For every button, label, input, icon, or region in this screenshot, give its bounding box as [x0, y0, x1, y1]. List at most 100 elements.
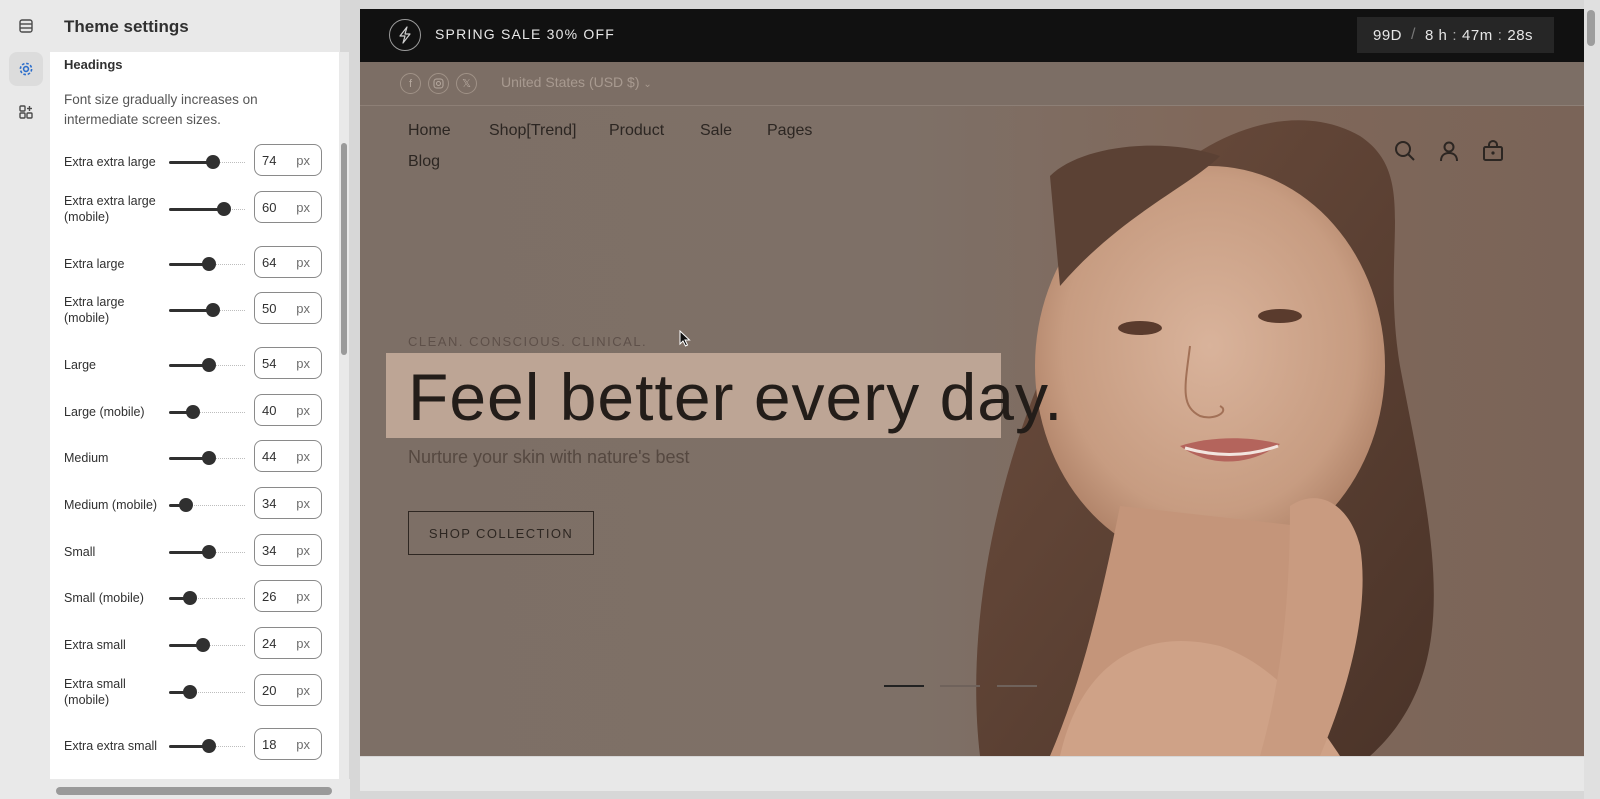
slider-handle[interactable] — [202, 358, 216, 372]
page-scrollbar-thumb[interactable] — [1587, 10, 1595, 46]
countdown-separator: / — [1411, 26, 1416, 43]
font-size-value: 26 — [262, 589, 277, 604]
slide-indicator-3[interactable] — [997, 685, 1037, 687]
font-size-input[interactable]: 40 px — [254, 394, 322, 426]
font-size-slider[interactable] — [169, 739, 245, 753]
slider-handle[interactable] — [202, 739, 216, 753]
font-size-unit: px — [296, 683, 310, 698]
slider-handle[interactable] — [186, 405, 200, 419]
font-size-unit: px — [296, 356, 310, 371]
font-size-label: Medium (mobile) — [64, 498, 158, 512]
font-size-label: Small — [64, 545, 96, 559]
font-size-input[interactable]: 34 px — [254, 534, 322, 566]
slide-indicator-1[interactable] — [884, 685, 924, 687]
panel-scrollbar-thumb[interactable] — [341, 143, 347, 355]
font-size-slider[interactable] — [169, 405, 245, 419]
font-size-input[interactable]: 50 px — [254, 292, 322, 324]
slider-handle[interactable] — [206, 303, 220, 317]
font-size-row: Extra large 64 px — [50, 246, 339, 282]
slide-indicator-2[interactable] — [940, 685, 980, 687]
nav-link-sale[interactable]: Sale — [700, 122, 732, 140]
font-size-value: 74 — [262, 153, 277, 168]
section-title: Headings — [64, 57, 123, 72]
slider-handle[interactable] — [206, 155, 220, 169]
font-size-input[interactable]: 18 px — [254, 728, 322, 760]
nav-link-pages[interactable]: Pages — [767, 122, 812, 140]
font-size-input[interactable]: 20 px — [254, 674, 322, 706]
hero-headline[interactable]: Feel better every day. — [408, 359, 1063, 435]
slider-handle[interactable] — [202, 257, 216, 271]
font-size-slider[interactable] — [169, 303, 245, 317]
font-size-value: 50 — [262, 301, 277, 316]
slider-handle[interactable] — [202, 451, 216, 465]
font-size-label: Extra extra large — [64, 155, 156, 169]
theme-settings-icon[interactable] — [9, 52, 43, 86]
chevron-down-icon: ⌄ — [643, 79, 652, 90]
slider-handle[interactable] — [183, 685, 197, 699]
font-size-slider[interactable] — [169, 591, 245, 605]
horizontal-scrollbar-thumb[interactable] — [56, 787, 332, 795]
font-size-label: Extra extra large (mobile) — [64, 194, 156, 224]
sections-icon[interactable] — [9, 9, 43, 43]
nav-link-shop-trend[interactable]: Shop[Trend] — [489, 122, 576, 140]
font-size-label: Extra small — [64, 638, 126, 652]
font-size-value: 18 — [262, 737, 277, 752]
shop-collection-button[interactable]: SHOP COLLECTION — [408, 511, 594, 555]
editor-rail — [0, 0, 50, 799]
cart-icon[interactable] — [1481, 139, 1507, 165]
preview-next-section — [360, 756, 1584, 791]
instagram-icon[interactable] — [428, 73, 449, 94]
font-size-slider[interactable] — [169, 545, 245, 559]
x-icon[interactable]: 𝕏 — [456, 73, 477, 94]
panel-title: Theme settings — [64, 17, 189, 36]
font-size-row: Extra large (mobile) 50 px — [50, 292, 339, 328]
font-size-input[interactable]: 44 px — [254, 440, 322, 472]
font-size-input[interactable]: 74 px — [254, 144, 322, 176]
font-size-slider[interactable] — [169, 451, 245, 465]
font-size-label: Extra large (mobile) — [64, 295, 125, 325]
font-size-slider[interactable] — [169, 358, 245, 372]
font-size-unit: px — [296, 255, 310, 270]
facebook-icon[interactable]: f — [400, 73, 421, 94]
utility-bar: f 𝕏 United States (USD $) ⌄ — [360, 62, 1584, 106]
slider-handle[interactable] — [202, 545, 216, 559]
storefront-preview: SPRING SALE 30% OFF 99D / 8 h : 47m : 28… — [360, 9, 1584, 791]
nav-link-product[interactable]: Product — [609, 122, 664, 140]
font-size-slider[interactable] — [169, 202, 245, 216]
search-icon[interactable] — [1393, 139, 1419, 165]
announcement-bar: SPRING SALE 30% OFF 99D / 8 h : 47m : 28… — [360, 9, 1584, 62]
apps-icon[interactable] — [9, 95, 43, 129]
font-size-slider[interactable] — [169, 638, 245, 652]
font-size-unit: px — [296, 403, 310, 418]
font-size-row: Extra small (mobile) 20 px — [50, 674, 339, 710]
font-size-label: Extra small (mobile) — [64, 677, 126, 707]
currency-selector[interactable]: United States (USD $) ⌄ — [501, 74, 652, 90]
font-size-slider[interactable] — [169, 498, 245, 512]
hero-eyebrow: CLEAN. CONSCIOUS. CLINICAL. — [408, 334, 648, 349]
font-size-input[interactable]: 60 px — [254, 191, 322, 223]
slider-handle[interactable] — [179, 498, 193, 512]
countdown-minutes: 47m — [1462, 26, 1493, 44]
font-size-input[interactable]: 34 px — [254, 487, 322, 519]
nav-link-blog[interactable]: Blog — [408, 153, 440, 171]
slider-handle[interactable] — [196, 638, 210, 652]
font-size-slider[interactable] — [169, 155, 245, 169]
font-size-input[interactable]: 64 px — [254, 246, 322, 278]
nav-link-home[interactable]: Home — [408, 122, 451, 140]
account-icon[interactable] — [1437, 139, 1463, 165]
font-size-input[interactable]: 26 px — [254, 580, 322, 612]
font-size-slider[interactable] — [169, 257, 245, 271]
font-size-value: 54 — [262, 356, 277, 371]
slider-handle[interactable] — [217, 202, 231, 216]
font-size-value: 40 — [262, 403, 277, 418]
font-size-label: Large (mobile) — [64, 405, 145, 419]
font-size-slider[interactable] — [169, 685, 245, 699]
font-size-input[interactable]: 54 px — [254, 347, 322, 379]
font-size-value: 34 — [262, 543, 277, 558]
page-scrollbar[interactable] — [1584, 0, 1600, 799]
font-size-unit: px — [296, 496, 310, 511]
font-size-label: Large — [64, 358, 96, 372]
slider-handle[interactable] — [183, 591, 197, 605]
font-size-input[interactable]: 24 px — [254, 627, 322, 659]
font-size-unit: px — [296, 589, 310, 604]
